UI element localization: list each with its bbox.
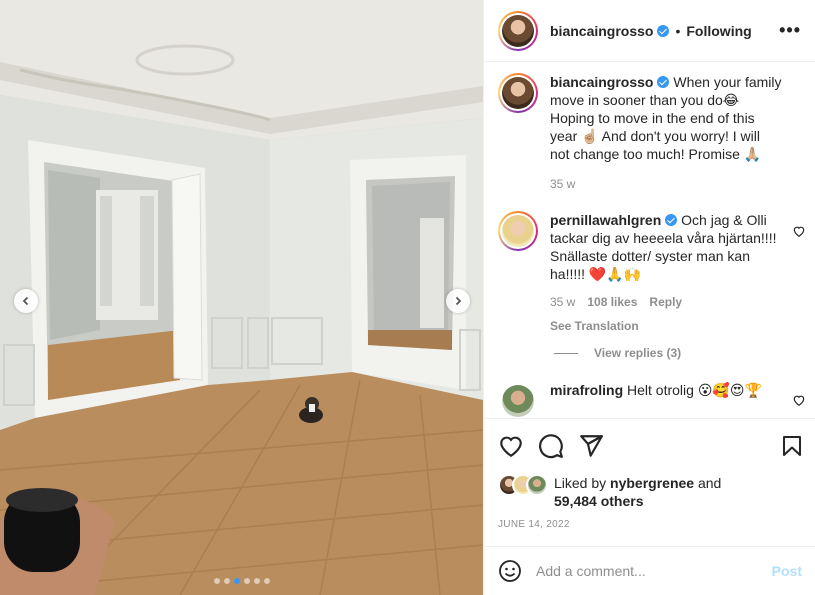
chevron-left-icon: [22, 296, 29, 306]
carousel-dot: [264, 578, 270, 584]
comment-item: pernillawahlgren Och jag & Olli tackar d…: [498, 211, 808, 335]
caption-time[interactable]: 35 w: [550, 175, 575, 193]
post-actions: Liked by nybergrenee and 59,484 others J…: [484, 418, 815, 546]
comment-likes[interactable]: 108 likes: [587, 293, 637, 311]
share-icon[interactable]: [578, 433, 604, 459]
verified-icon: [657, 76, 670, 88]
liker-avatar: [526, 474, 548, 496]
carousel-dot: [224, 578, 230, 584]
following-button[interactable]: Following: [686, 23, 751, 39]
add-comment-bar: Add a comment... Post: [484, 546, 815, 595]
comment-avatar[interactable]: [498, 211, 538, 251]
view-replies-button[interactable]: View replies (3): [554, 346, 681, 360]
replies-divider-line: [554, 352, 578, 354]
avatar-image: [502, 215, 534, 247]
liked-by-others[interactable]: 59,484 others: [554, 493, 644, 509]
post-header: biancaingrosso • Following •••: [484, 0, 815, 62]
bookmark-icon[interactable]: [780, 433, 804, 459]
liked-by-and: and: [697, 475, 722, 491]
carousel-prev-button[interactable]: [14, 289, 38, 313]
comment-input[interactable]: Add a comment...: [536, 563, 772, 579]
comment-icon[interactable]: [538, 433, 564, 459]
heart-icon[interactable]: [498, 433, 524, 459]
see-translation-link[interactable]: See Translation: [550, 317, 782, 335]
view-replies-label: View replies (3): [594, 346, 682, 360]
liked-by-text: Liked by nybergrenee and 59,484 others: [554, 474, 721, 510]
comment-username[interactable]: mirafroling: [550, 382, 623, 398]
avatar-image: [502, 385, 534, 417]
more-options-button[interactable]: •••: [779, 20, 801, 41]
carousel-dot: [214, 578, 220, 584]
caption-username[interactable]: biancaingrosso: [550, 74, 653, 90]
post-comment-button[interactable]: Post: [772, 563, 802, 579]
comment-like-heart-icon[interactable]: [792, 224, 806, 238]
liked-by-avatars: [498, 474, 550, 496]
comment-time[interactable]: 35 w: [550, 293, 575, 311]
carousel-dots: [214, 578, 270, 584]
comments-list: biancaingrosso When your family move in …: [484, 63, 815, 418]
emoji-icon[interactable]: [498, 559, 522, 583]
caption: biancaingrosso When your family move in …: [498, 73, 808, 193]
post-photo[interactable]: [0, 0, 483, 595]
liked-by: Liked by nybergrenee and 59,484 others: [498, 474, 721, 510]
comment-item: mirafroling Helt otrolig 😮🥰😍🏆: [498, 381, 808, 418]
author-avatar[interactable]: [498, 10, 538, 51]
avatar-image: [502, 77, 534, 109]
chevron-right-icon: [455, 296, 462, 306]
author-username[interactable]: biancaingrosso: [550, 23, 653, 39]
carousel-dot: [234, 578, 240, 584]
post-panel: biancaingrosso • Following ••• biancaing…: [483, 0, 815, 595]
carousel-next-button[interactable]: [446, 289, 470, 313]
verified-icon: [657, 24, 670, 37]
reply-button[interactable]: Reply: [649, 293, 682, 311]
carousel-dot: [244, 578, 250, 584]
comment-username[interactable]: pernillawahlgren: [550, 212, 661, 228]
verified-icon: [665, 214, 678, 226]
carousel-dot: [254, 578, 260, 584]
room-photo-illustration: [0, 0, 483, 595]
liked-by-prefix: Liked by: [554, 475, 607, 491]
action-icons-row: [498, 433, 804, 459]
header-separator: •: [675, 22, 681, 39]
avatar-image: [502, 14, 534, 47]
post-date[interactable]: JUNE 14, 2022: [498, 519, 570, 530]
comment-avatar[interactable]: [498, 381, 538, 418]
liked-by-user[interactable]: nybergrenee: [610, 475, 694, 491]
caption-avatar[interactable]: [498, 73, 538, 113]
comment-like-heart-icon[interactable]: [792, 393, 806, 407]
comment-text: Helt otrolig 😮🥰😍🏆: [627, 382, 762, 398]
